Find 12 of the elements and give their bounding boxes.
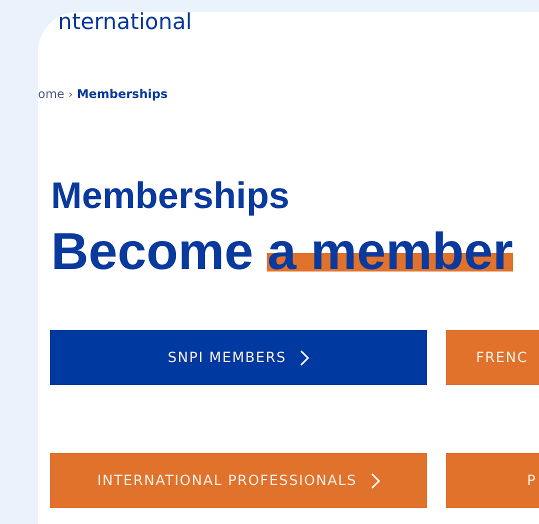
membership-button[interactable]: FRENC (446, 330, 539, 385)
breadcrumb-current: Memberships (76, 87, 168, 101)
breadcrumb-link[interactable]: ome (38, 87, 64, 101)
membership-button[interactable]: SNPI MEMBERS (50, 330, 427, 385)
chevron-right-icon (300, 350, 310, 366)
logo-text: nternational (58, 14, 192, 32)
chevron-right-icon (370, 472, 380, 488)
membership-button[interactable]: INTERNATIONAL PROFESSIONALS (50, 453, 427, 508)
page-title: Memberships (51, 176, 291, 216)
breadcrumb-separator: › (68, 88, 73, 100)
membership-button[interactable]: P (446, 453, 539, 508)
headline-text: Become (51, 224, 254, 280)
